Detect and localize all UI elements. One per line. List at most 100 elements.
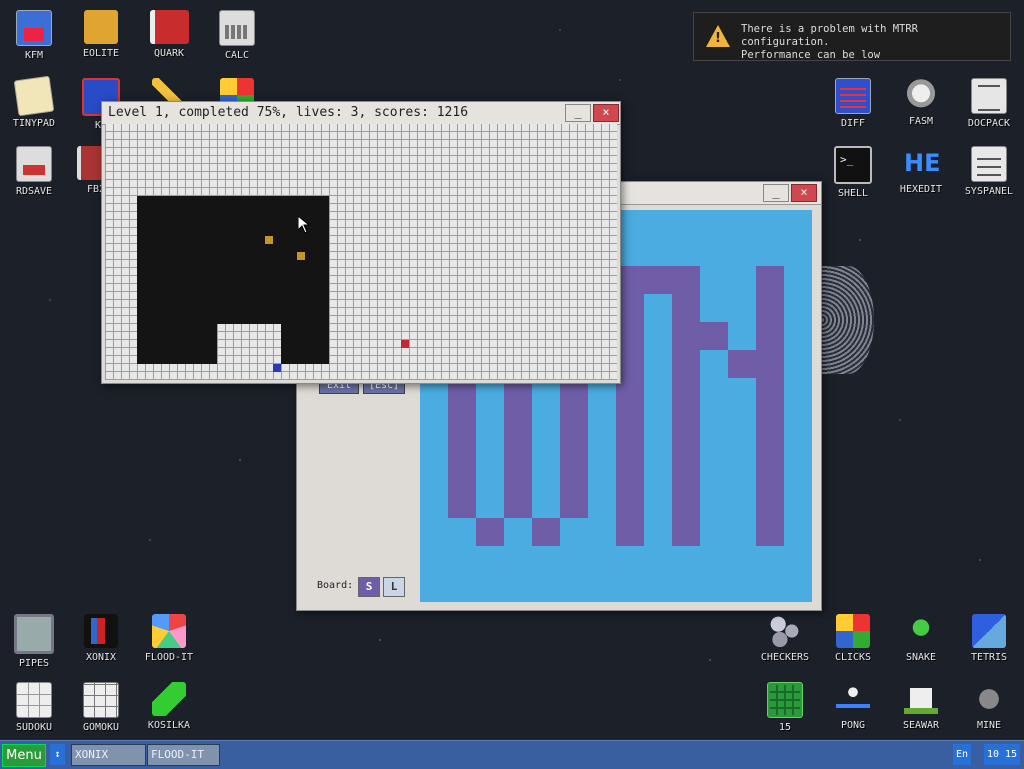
desktop-icon-clicks[interactable]: CLICKS bbox=[819, 614, 887, 663]
desktop-icon-fifteen[interactable]: 15 bbox=[751, 682, 819, 733]
desktop-icon-pong[interactable]: PONG bbox=[819, 682, 887, 731]
task-flood-it[interactable]: FLOOD-IT bbox=[147, 744, 220, 766]
desktop-icon-gomoku[interactable]: GOMOKU bbox=[67, 682, 135, 733]
desktop-icon-calc[interactable]: CALC bbox=[203, 10, 271, 61]
calculator-icon bbox=[219, 10, 255, 46]
shell-icon bbox=[834, 146, 872, 184]
snake-icon bbox=[904, 614, 938, 648]
minimize-button[interactable]: _ bbox=[763, 184, 789, 202]
desktop-icon-xonix[interactable]: XONIX bbox=[67, 614, 135, 663]
board-cell bbox=[700, 462, 728, 490]
xonix-titlebar[interactable]: Level 1, completed 75%, lives: 3, scores… bbox=[102, 102, 620, 125]
board-small-button[interactable]: S bbox=[358, 577, 380, 597]
desktop-icon-fasm[interactable]: FASM bbox=[887, 78, 955, 127]
board-cell bbox=[784, 266, 812, 294]
board-cell bbox=[756, 490, 784, 518]
desktop-icon-snake[interactable]: SNAKE bbox=[887, 614, 955, 663]
board-cell bbox=[560, 462, 588, 490]
board-cell bbox=[728, 350, 756, 378]
board-cell bbox=[448, 546, 476, 574]
desktop-icon-sudoku[interactable]: SUDOKU bbox=[0, 682, 68, 733]
board-cell bbox=[588, 462, 616, 490]
board-cell bbox=[756, 294, 784, 322]
player-dot bbox=[273, 364, 281, 372]
book-icon bbox=[149, 10, 189, 44]
board-cell bbox=[476, 518, 504, 546]
close-button[interactable]: × bbox=[593, 104, 619, 122]
menu-button[interactable]: Menu bbox=[2, 744, 46, 767]
task-xonix[interactable]: XONIX bbox=[71, 744, 146, 766]
board-cell bbox=[784, 322, 812, 350]
close-button[interactable]: × bbox=[791, 184, 817, 202]
board-cell bbox=[728, 238, 756, 266]
board-cell bbox=[532, 490, 560, 518]
board-cell bbox=[672, 350, 700, 378]
desktop-icon-label: FASM bbox=[908, 116, 934, 127]
board-large-button[interactable]: L bbox=[383, 577, 405, 597]
board-cell bbox=[476, 546, 504, 574]
board-cell bbox=[756, 434, 784, 462]
board-cell bbox=[784, 490, 812, 518]
xonix-field[interactable] bbox=[105, 124, 617, 380]
board-cell bbox=[700, 490, 728, 518]
board-cell bbox=[672, 294, 700, 322]
desktop-icon-shell[interactable]: SHELL bbox=[819, 146, 887, 199]
board-cell bbox=[448, 462, 476, 490]
desktop-icon-diff[interactable]: DIFF bbox=[819, 78, 887, 129]
desktop-icon-tetris[interactable]: TETRIS bbox=[955, 614, 1023, 663]
desktop-icon-kfm[interactable]: KFM bbox=[0, 10, 68, 61]
seawar-icon bbox=[904, 682, 938, 716]
desktop-icon-seawar[interactable]: SEAWAR bbox=[887, 682, 955, 731]
board-cell bbox=[532, 518, 560, 546]
board-cell bbox=[756, 518, 784, 546]
language-indicator[interactable]: En bbox=[953, 744, 971, 765]
board-cell bbox=[728, 434, 756, 462]
desktop-icon-tinypad[interactable]: TINYPAD bbox=[0, 75, 68, 129]
board-cell bbox=[476, 574, 504, 602]
board-cell bbox=[588, 434, 616, 462]
pong-icon bbox=[836, 682, 870, 716]
mtrr-warning-notification[interactable]: There is a problem with MTRR configurati… bbox=[693, 12, 1011, 61]
board-cell bbox=[644, 322, 672, 350]
desktop-icon-floodit[interactable]: FLOOD-IT bbox=[135, 614, 203, 663]
board-cell bbox=[756, 462, 784, 490]
board-cell bbox=[700, 518, 728, 546]
floppy-icon bbox=[16, 10, 52, 46]
minimize-button[interactable]: _ bbox=[565, 104, 591, 122]
desktop-icon-syspanel[interactable]: SYSPANEL bbox=[955, 146, 1023, 197]
board-cell bbox=[504, 490, 532, 518]
taskbar-switch-icon[interactable]: ↕ bbox=[50, 744, 65, 765]
desktop-icon-label: DIFF bbox=[840, 118, 866, 129]
board-cell bbox=[644, 490, 672, 518]
tetris-icon bbox=[972, 614, 1006, 648]
board-cell bbox=[756, 406, 784, 434]
desktop-icon-label: SEAWAR bbox=[902, 720, 940, 731]
desktop-icon-docpack[interactable]: DOCPACK bbox=[955, 78, 1023, 129]
desktop-icon-label: FLOOD-IT bbox=[144, 652, 194, 663]
desktop-icon-hexedit[interactable]: HE HEXEDIT bbox=[887, 146, 955, 195]
desktop-icon-checkers[interactable]: CHECKERS bbox=[751, 614, 819, 663]
board-cell bbox=[728, 266, 756, 294]
board-cell bbox=[644, 238, 672, 266]
desktop-icon-quark[interactable]: QUARK bbox=[135, 10, 203, 59]
board-cell bbox=[476, 434, 504, 462]
desktop-icon-pipes[interactable]: PIPES bbox=[0, 614, 68, 669]
clock[interactable]: 10 15 bbox=[984, 744, 1020, 765]
desktop-icon-rdsave[interactable]: RDSAVE bbox=[0, 146, 68, 197]
board-cell bbox=[728, 546, 756, 574]
desktop-icon-label: SYSPANEL bbox=[964, 186, 1014, 197]
board-cell bbox=[616, 490, 644, 518]
desktop-icon-label: MINE bbox=[976, 720, 1002, 731]
desktop-icon-label: HEXEDIT bbox=[899, 184, 943, 195]
desktop-icon-eolite[interactable]: EOLITE bbox=[67, 10, 135, 59]
board-cell bbox=[700, 266, 728, 294]
desktop-icon-kosilka[interactable]: KOSILKA bbox=[135, 682, 203, 731]
board-cell bbox=[672, 322, 700, 350]
board-cell bbox=[672, 574, 700, 602]
uncaptured-notch bbox=[217, 324, 281, 364]
planet-decoration bbox=[822, 266, 874, 374]
board-cell bbox=[784, 546, 812, 574]
desktop-icon-mine[interactable]: MINE bbox=[955, 682, 1023, 731]
board-cell bbox=[616, 406, 644, 434]
board-cell bbox=[784, 294, 812, 322]
